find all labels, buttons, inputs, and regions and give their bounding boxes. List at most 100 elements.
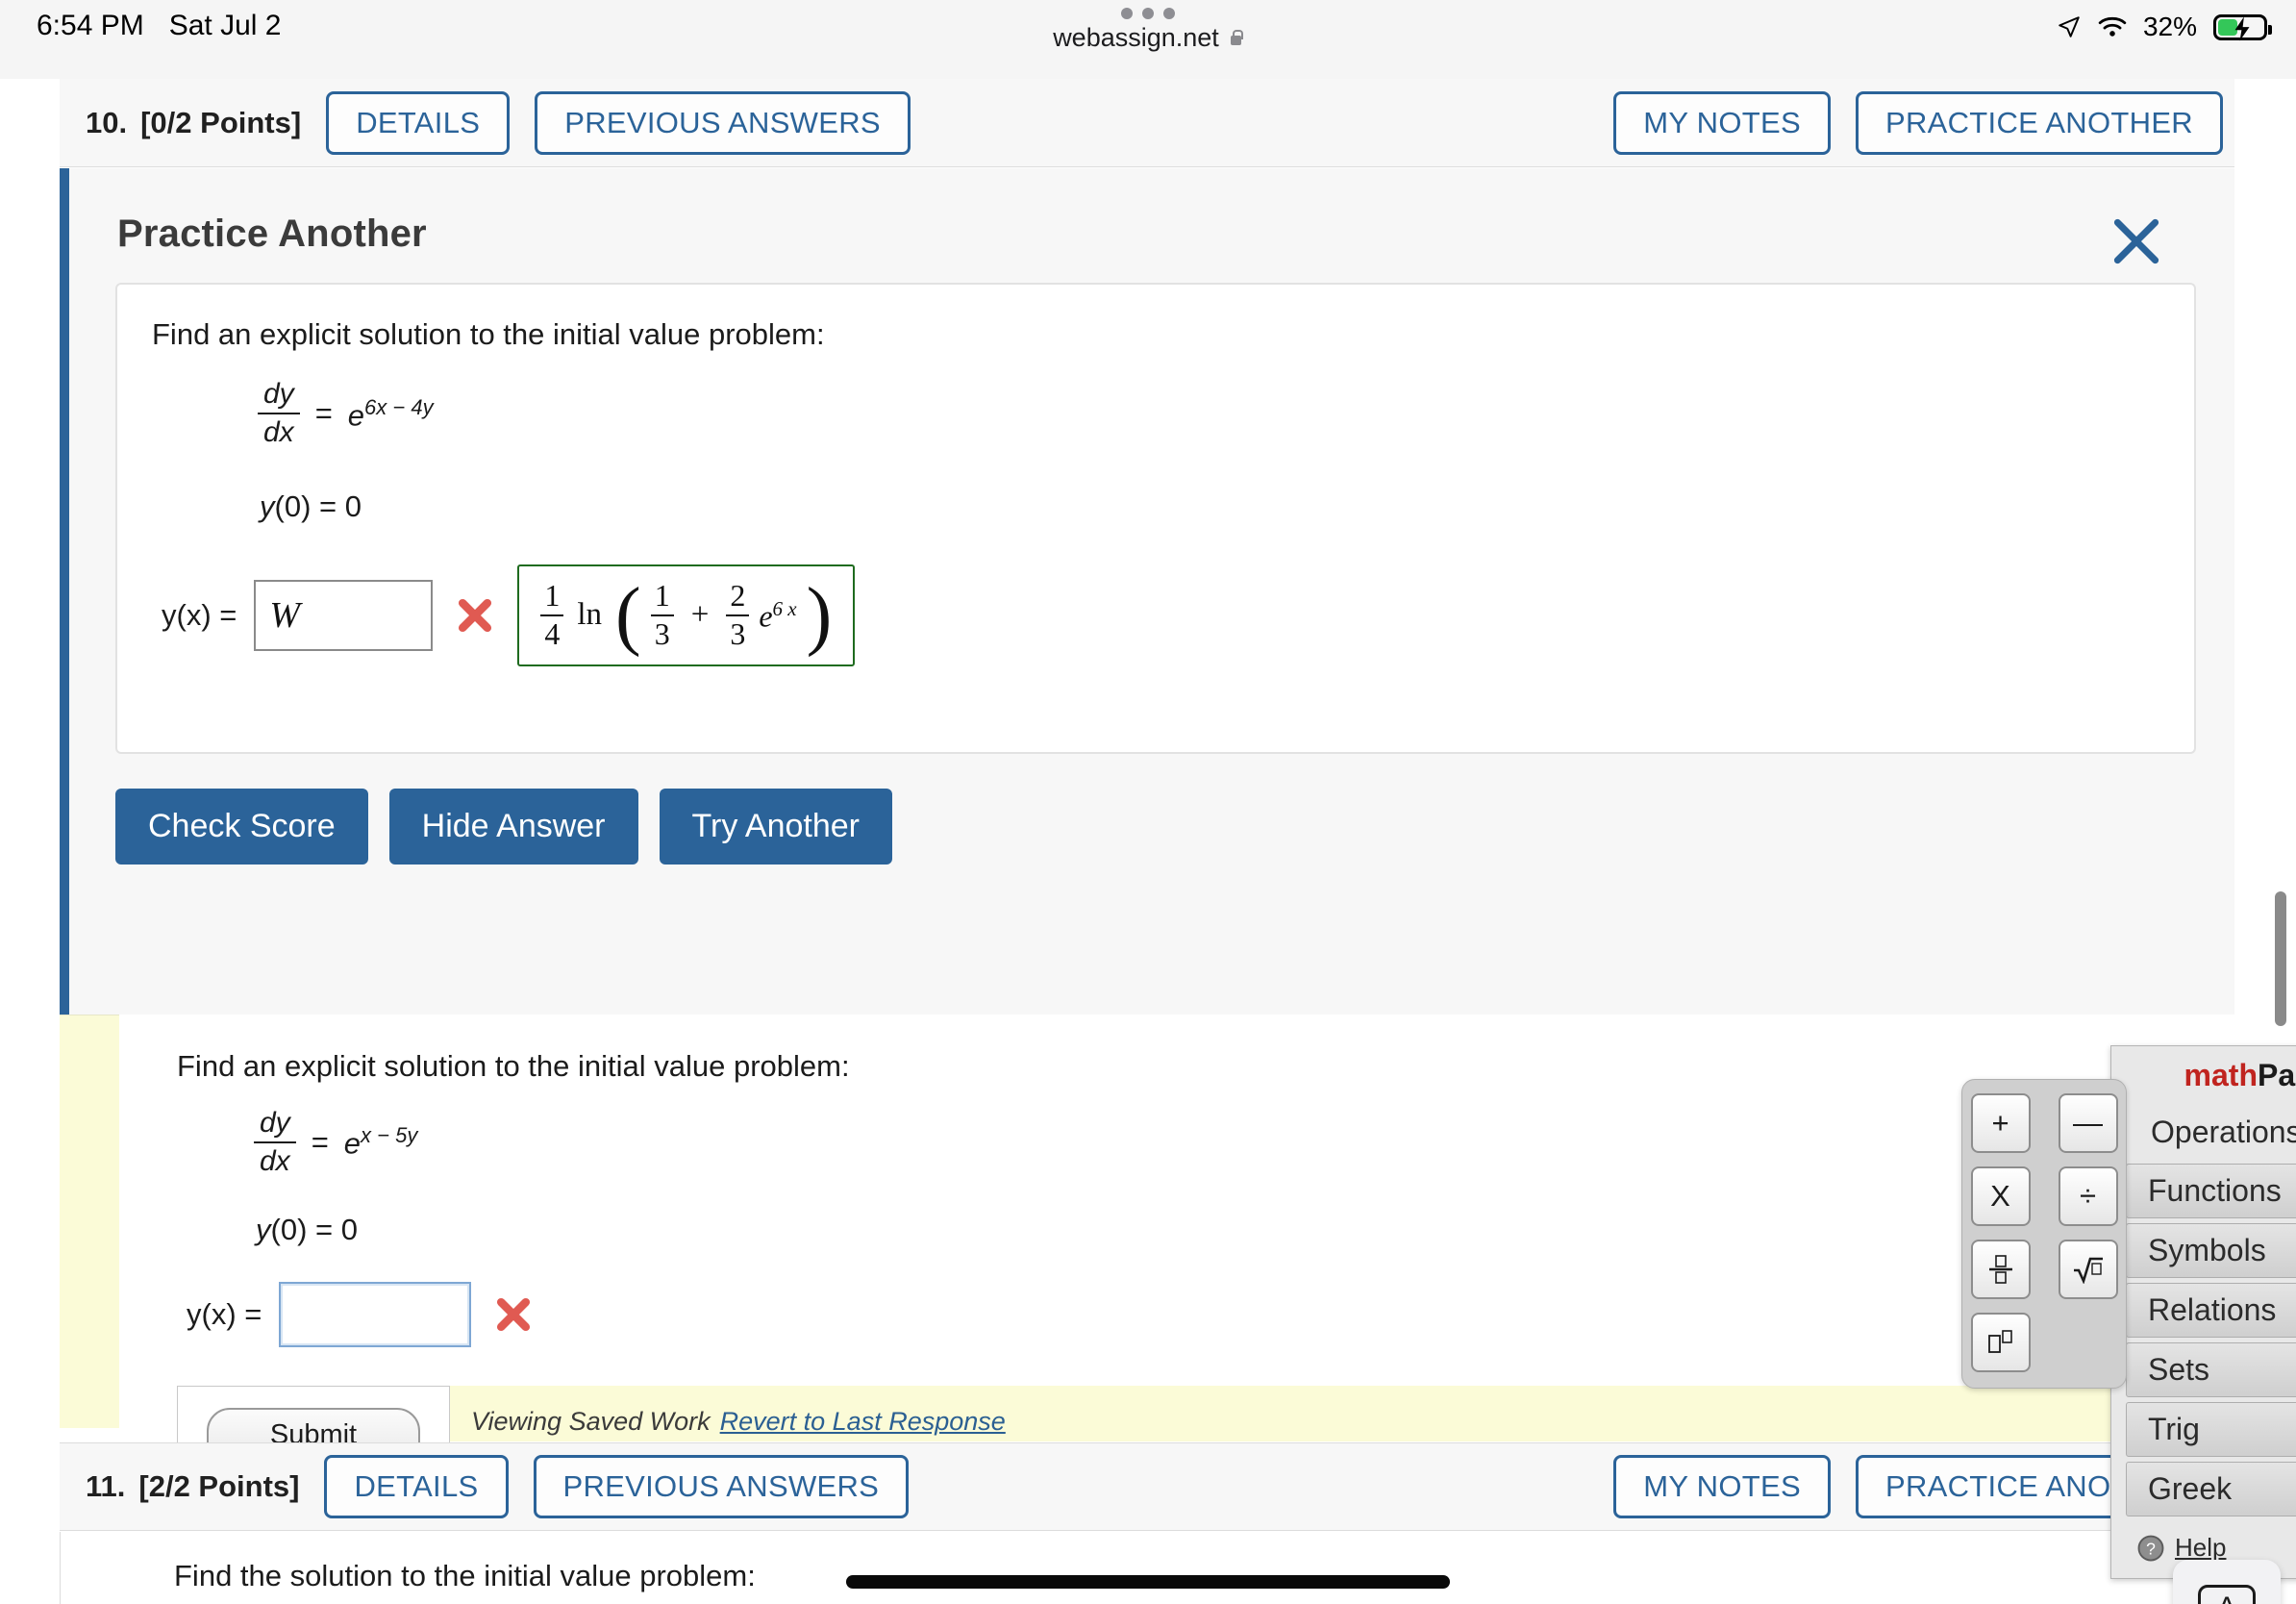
revert-to-last-response-link[interactable]: Revert to Last Response xyxy=(720,1407,1006,1437)
practice-correct-answer: 1 4 ln ( 1 3 + 2 3 e6 x) xyxy=(517,564,856,666)
answer-term1-numerator: 1 xyxy=(654,578,670,614)
saved-work-answer-label: y(x) = xyxy=(187,1297,262,1331)
derivative-numerator: dy xyxy=(263,378,294,411)
sw-derivative-numerator: dy xyxy=(260,1107,290,1139)
keyboard-toggle-button[interactable]: A xyxy=(2173,1560,2281,1604)
mathpad-tab-functions[interactable]: Functions xyxy=(2126,1164,2296,1218)
sw-initial-condition-arg: (0) xyxy=(270,1213,308,1246)
mathpad-logo: mathPad® xyxy=(2111,1046,2296,1101)
answer-term2-numerator: 2 xyxy=(730,578,746,614)
sw-equation-right-side: ex − 5y xyxy=(344,1123,418,1161)
mathpad-tab-trig[interactable]: Trig xyxy=(2126,1402,2296,1457)
practice-answer-input[interactable] xyxy=(254,579,434,651)
saved-work-initial-condition: y(0) = 0 xyxy=(256,1213,2234,1247)
saved-work-answer-input[interactable] xyxy=(279,1282,472,1347)
problem-11-my-notes-button[interactable]: MY NOTES xyxy=(1613,1455,1831,1518)
check-score-button[interactable]: Check Score xyxy=(115,789,368,865)
mathpad-tab-symbols[interactable]: Symbols xyxy=(2126,1223,2296,1278)
mathpad-logo-math: math xyxy=(2184,1058,2258,1092)
mathpad-operations-keypad: + — X ÷ xyxy=(1961,1079,2127,1389)
mathpad-tab-greek[interactable]: Greek xyxy=(2126,1462,2296,1516)
mathpad-logo-pad: Pad xyxy=(2257,1058,2296,1092)
problem-10-details-button[interactable]: DETAILS xyxy=(326,90,511,155)
viewing-saved-work-label: Viewing Saved Work xyxy=(471,1407,711,1436)
address-bar[interactable]: webassign.net xyxy=(1053,23,1243,53)
close-icon[interactable] xyxy=(2109,214,2163,268)
key-multiply-icon[interactable]: X xyxy=(1970,1166,2031,1226)
sw-exponential-base: e xyxy=(343,1126,362,1161)
hide-answer-button[interactable]: Hide Answer xyxy=(388,789,638,865)
mathpad-tab-sets[interactable]: Sets xyxy=(2126,1342,2296,1397)
mathpad-tab-operations[interactable]: Operations xyxy=(2126,1106,2296,1159)
key-square-root-icon[interactable] xyxy=(2058,1240,2118,1299)
mathpad-tab-relations[interactable]: Relations xyxy=(2126,1283,2296,1338)
try-another-button[interactable]: Try Another xyxy=(659,789,892,865)
practice-answer-row: y(x) = 1 4 ln ( 1 3 xyxy=(152,564,2159,666)
wifi-icon xyxy=(2098,16,2127,37)
mathpad-help-label: Help xyxy=(2175,1533,2227,1562)
problem-11-details-button[interactable]: DETAILS xyxy=(324,1455,509,1518)
initial-condition-equals: = xyxy=(319,489,337,524)
keyboard-toggle-label: A xyxy=(2198,1585,2256,1604)
battery-percent-label: 32% xyxy=(2142,12,2197,41)
red-x-icon xyxy=(497,1297,531,1332)
saved-work-question-text: Find an explicit solution to the initial… xyxy=(177,1049,850,1083)
location-arrow-icon xyxy=(2059,16,2080,38)
derivative-denominator: dx xyxy=(258,413,300,449)
saved-work-highlight-bar xyxy=(60,1015,119,1428)
initial-condition-value: 0 xyxy=(344,489,362,524)
answer-term1-fraction: 1 3 xyxy=(650,578,674,651)
key-plus-icon[interactable]: + xyxy=(1970,1093,2031,1153)
lock-icon xyxy=(1229,29,1243,47)
vertical-scrollbar[interactable] xyxy=(2275,891,2286,1026)
problem-10-header: 10. [0/2 Points] DETAILS PREVIOUS ANSWER… xyxy=(60,79,2234,167)
mathpad-panel: mathPad® Operations Functions Symbols Re… xyxy=(2110,1045,2296,1579)
answer-plus-sign: + xyxy=(690,597,710,633)
initial-condition-arg: (0) xyxy=(274,489,312,524)
derivative-fraction: dy dx xyxy=(258,378,300,449)
saved-work-question-section: Find an explicit solution to the initial… xyxy=(60,1015,2234,1521)
saved-work-body: Find an explicit solution to the initial… xyxy=(119,1015,2234,1521)
saved-work-differential-equation: dy dx = ex − 5y xyxy=(254,1107,2234,1178)
sw-initial-condition-function: y xyxy=(256,1213,271,1246)
initial-condition-function: y xyxy=(260,489,275,524)
problem-10-my-notes-button[interactable]: MY NOTES xyxy=(1613,90,1831,155)
tab-overview-dots-icon[interactable] xyxy=(1121,8,1175,19)
answer-term1-denominator: 3 xyxy=(650,614,674,651)
practice-action-buttons: Check Score Hide Answer Try Another xyxy=(69,754,2234,907)
key-fraction-icon[interactable] xyxy=(1970,1240,2031,1299)
answer-exponential: e6 x xyxy=(759,597,796,635)
status-bar: 6:54 PM Sat Jul 2 webassign.net 32% xyxy=(0,0,2296,79)
practice-differential-equation: dy dx = e6x − 4y xyxy=(258,378,2159,449)
answer-coefficient-fraction: 1 4 xyxy=(540,578,564,651)
key-minus-icon[interactable]: — xyxy=(2058,1093,2118,1153)
answer-ln-symbol: ln xyxy=(577,597,603,633)
key-exponent-icon[interactable] xyxy=(1970,1313,2031,1372)
problem-11-points: [2/2 Points] xyxy=(138,1469,300,1503)
answer-coef-denominator: 4 xyxy=(540,614,564,651)
problem-10-previous-answers-button[interactable]: PREVIOUS ANSWERS xyxy=(535,90,911,155)
problem-11-previous-answers-button[interactable]: PREVIOUS ANSWERS xyxy=(533,1455,910,1518)
browser-tab-address[interactable]: webassign.net xyxy=(0,8,2296,53)
problem-11-number: 11. xyxy=(86,1469,126,1503)
answer-open-paren: ( xyxy=(615,572,641,658)
red-x-icon xyxy=(459,598,492,633)
answer-term2-denominator: 3 xyxy=(726,614,750,651)
answer-e-base: e xyxy=(759,598,773,634)
problem-10-practice-another-button[interactable]: PRACTICE ANOTHER xyxy=(1855,90,2223,155)
ipad-screen: 6:54 PM Sat Jul 2 webassign.net 32% 10. … xyxy=(0,0,2296,1604)
svg-text:?: ? xyxy=(2146,1539,2156,1558)
sw-initial-condition-value: 0 xyxy=(340,1213,358,1246)
answer-term2-fraction: 2 3 xyxy=(726,578,750,651)
exponential-exponent: 6x − 4y xyxy=(364,394,434,419)
equation-equals-sign: = xyxy=(314,396,333,431)
sw-initial-condition-equals: = xyxy=(315,1213,334,1246)
answer-coef-numerator: 1 xyxy=(544,578,561,614)
equation-right-side: e6x − 4y xyxy=(348,395,434,433)
saved-work-answer-row: y(x) = xyxy=(177,1282,2234,1347)
sw-exponential-exponent: x − 5y xyxy=(361,1123,418,1148)
key-divide-icon[interactable]: ÷ xyxy=(2058,1166,2118,1226)
home-indicator[interactable] xyxy=(846,1575,1450,1589)
practice-initial-condition: y(0) = 0 xyxy=(260,489,2159,524)
problem-10-number: 10. xyxy=(86,105,128,139)
